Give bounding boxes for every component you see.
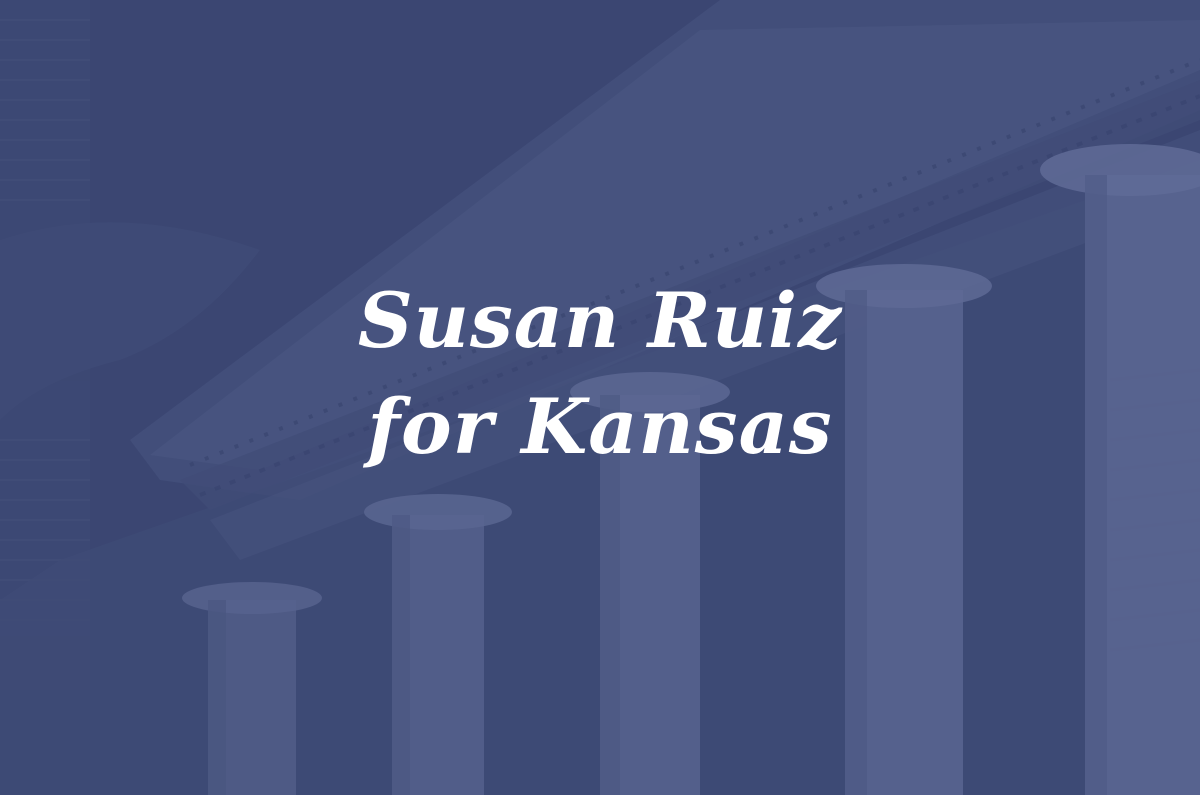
hero-title-line-2: for Kansas xyxy=(367,382,833,471)
hero-title: Susan Ruiz for Kansas xyxy=(0,268,1200,480)
hero-title-line-1: Susan Ruiz xyxy=(357,276,843,365)
hero-banner: Susan Ruiz for Kansas xyxy=(0,0,1200,795)
